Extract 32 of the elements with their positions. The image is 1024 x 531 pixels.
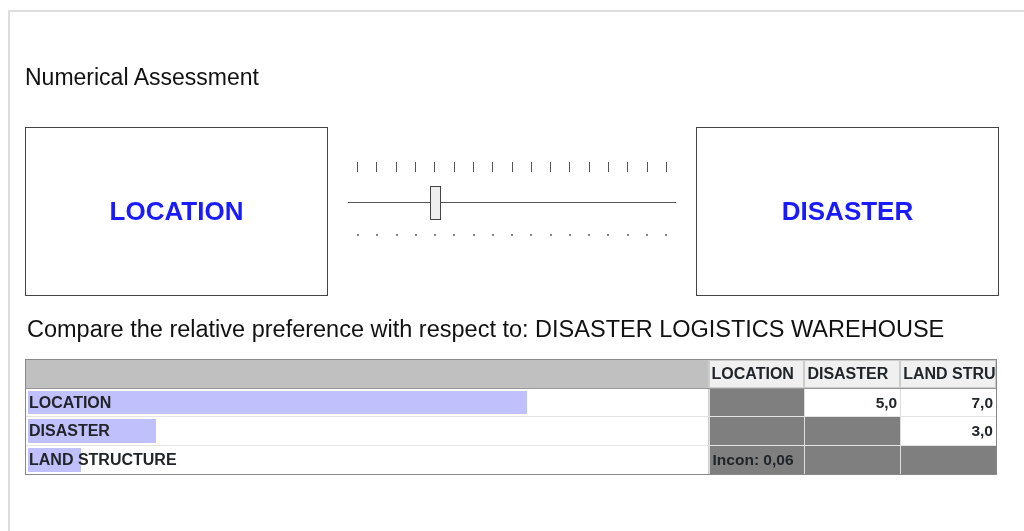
tick-mark	[395, 161, 397, 172]
tick-mark	[511, 161, 513, 172]
tick-mark	[627, 161, 629, 172]
tick-mark	[569, 161, 571, 172]
tick-mark	[608, 161, 610, 172]
table-cell: 3,0	[900, 417, 996, 445]
tick-mark	[588, 161, 590, 172]
page-title: Numerical Assessment	[25, 66, 260, 89]
tick-mark	[376, 161, 378, 172]
tick-mark	[434, 161, 436, 172]
tick-mark	[550, 161, 552, 172]
tick-mark	[472, 161, 474, 172]
tick-mark	[646, 161, 648, 172]
slider-thumb[interactable]	[429, 185, 441, 220]
tick-mark	[492, 161, 494, 172]
column-header: LOCATION	[708, 359, 805, 388]
tick-mark	[414, 161, 416, 172]
instruction-text: Compare the relative preference with respect to: DISASTER LOGISTICS WAREHOUSE	[27, 318, 946, 342]
criterion-label: LOCATION	[109, 195, 244, 228]
tick-mark	[666, 161, 667, 172]
tick-mark	[530, 161, 532, 172]
table-cell: 7,0	[900, 388, 996, 416]
column-header: LAND STRU	[900, 359, 996, 388]
row-label: DISASTER	[28, 422, 110, 439]
table-cell: 5,0	[804, 388, 901, 416]
criterion-label: DISASTER	[781, 195, 914, 228]
tick-mark	[453, 161, 455, 172]
row-label: LOCATION	[28, 393, 112, 411]
tick-mark	[357, 161, 358, 172]
row-label: LAND STRUCTURE	[28, 450, 177, 468]
column-header: DISASTER	[804, 359, 901, 388]
shaded-cell: Incon: 0,06	[708, 445, 805, 474]
